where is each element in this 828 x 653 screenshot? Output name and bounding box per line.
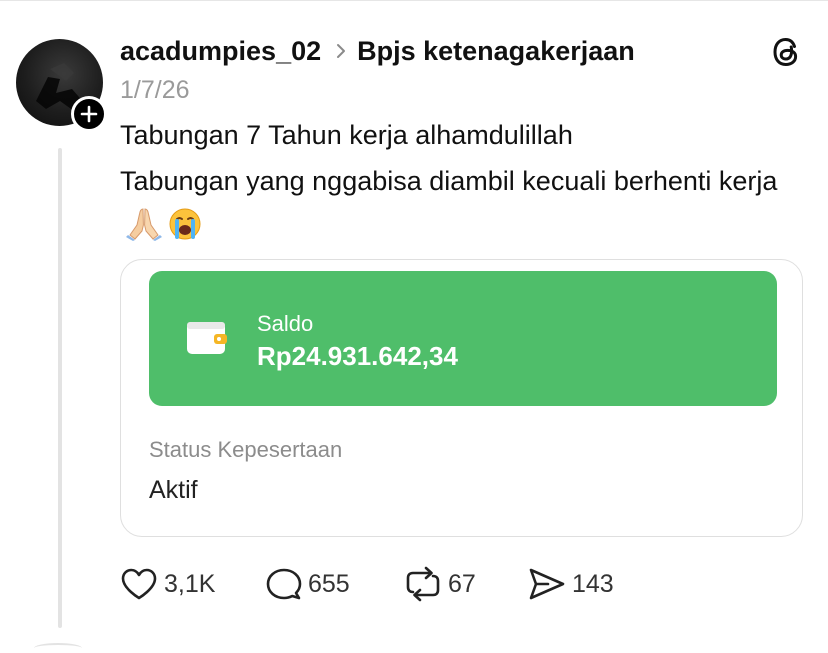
topic-tag[interactable]: Bpjs ketenagakerjaan: [357, 36, 635, 67]
timestamp: 1/7/26: [120, 76, 190, 104]
folded-hands-icon: [126, 207, 162, 254]
like-button[interactable]: 3,1K: [120, 563, 215, 605]
username[interactable]: acadumpies_02: [120, 36, 321, 67]
repost-count: 67: [448, 569, 476, 598]
repost-icon: [406, 566, 440, 602]
share-count: 143: [572, 569, 614, 598]
thread-line: [58, 148, 62, 628]
like-count: 3,1K: [164, 569, 216, 598]
saldo-value: Rp24.931.642,34: [257, 341, 458, 371]
saldo-label: Saldo: [257, 311, 314, 336]
follow-button[interactable]: [71, 96, 107, 132]
plus-icon: [80, 105, 98, 123]
post-text-content: Tabungan yang nggabisa diambil kecuali b…: [120, 166, 778, 196]
next-avatar-hint: [34, 643, 82, 653]
share-button[interactable]: 143: [528, 563, 614, 605]
comment-icon: [266, 568, 302, 600]
saldo-panel: Saldo Rp24.931.642,34: [149, 271, 777, 406]
chevron-right-icon: [335, 43, 347, 59]
post-text-line: Tabungan 7 Tahun kerja alhamdulillah: [120, 120, 573, 150]
heart-icon: [121, 568, 157, 600]
post-header: acadumpies_02 Bpjs ketenagakerjaan: [120, 34, 635, 68]
status-label: Status Kepesertaan: [149, 437, 343, 462]
crying-face-icon: [168, 207, 202, 254]
post-body: Tabungan 7 Tahun kerja alhamdulillah Tab…: [120, 114, 810, 254]
post-text-line: Tabungan yang nggabisa diambil kecuali b…: [120, 160, 810, 254]
status-value: Aktif: [149, 476, 198, 504]
top-divider: [0, 0, 828, 1]
repost-button[interactable]: 67: [404, 563, 476, 605]
attached-image-card[interactable]: Saldo Rp24.931.642,34 Status Kepesertaan…: [120, 259, 803, 537]
share-icon: [529, 568, 565, 600]
threads-logo-icon[interactable]: [767, 33, 805, 71]
reply-count: 655: [308, 569, 350, 598]
reply-button[interactable]: 655: [266, 563, 350, 605]
wallet-icon: [187, 322, 227, 354]
action-bar: 3,1K 655 67 143: [120, 563, 680, 605]
